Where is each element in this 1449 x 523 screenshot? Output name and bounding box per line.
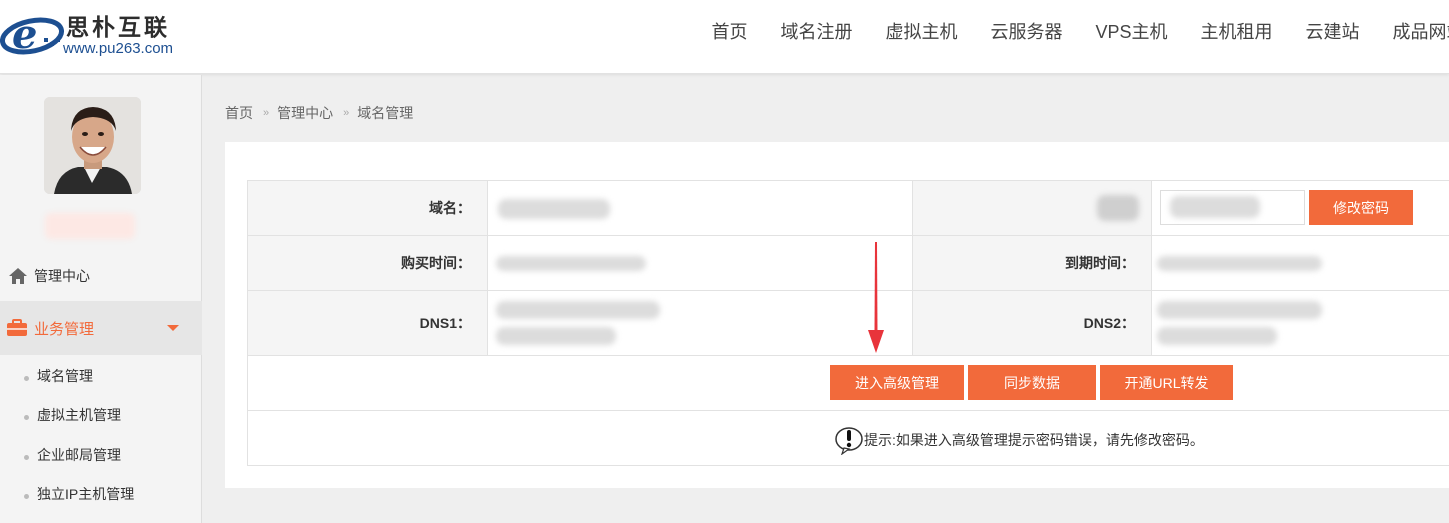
nav-virtual-host[interactable]: 虚拟主机: [869, 0, 974, 64]
sidebar-item-virtual-host-management[interactable]: 虚拟主机管理: [0, 400, 202, 430]
purchase-time-value: [487, 236, 912, 290]
sidebar-item-mail-management[interactable]: 企业邮局管理: [0, 440, 202, 470]
logo-url: www.pu263.com: [63, 40, 174, 57]
nav-host-rental[interactable]: 主机租用: [1184, 0, 1289, 64]
menu-business-management-label: 业务管理: [34, 320, 95, 338]
purchase-time-label: 购买时间：: [248, 236, 487, 290]
site-logo[interactable]: e 思朴互联 www.pu263.com: [0, 4, 200, 64]
bullet-icon: [24, 414, 29, 420]
bullet-icon: [24, 493, 29, 499]
sidebar-item-label: 企业邮局管理: [37, 447, 121, 463]
nav-domain-register[interactable]: 域名注册: [764, 0, 869, 64]
menu-management-center[interactable]: 管理中心: [0, 261, 202, 291]
annotation-arrow-icon: [868, 242, 884, 353]
redacted-password-label: [1097, 195, 1139, 221]
sidebar: 管理中心 业务管理 域名管理 虚拟主机管理 企业邮局管理 独立IP主机管理: [0, 75, 202, 523]
redacted-purchase-time: [496, 256, 646, 271]
expire-time-label: 到期时间：: [912, 236, 1151, 290]
advanced-management-button[interactable]: 进入高级管理: [830, 365, 964, 400]
table-row-dns: DNS1： DNS2：: [248, 291, 1449, 356]
dns2-label: DNS2：: [912, 291, 1151, 355]
briefcase-icon: [7, 319, 27, 336]
avatar-photo: [44, 97, 141, 194]
url-forward-button[interactable]: 开通URL转发: [1100, 365, 1233, 400]
bullet-icon: [24, 454, 29, 460]
domain-label: 域名：: [248, 181, 487, 235]
dns1-value: [487, 291, 912, 355]
breadcrumb-management-center[interactable]: 管理中心: [277, 103, 333, 123]
logo-e-icon: e: [0, 11, 65, 58]
breadcrumb: 首页 » 管理中心 » 域名管理: [225, 103, 413, 123]
site-header: e 思朴互联 www.pu263.com 首页 域名注册 虚拟主机 云服务器 V…: [0, 0, 1449, 74]
breadcrumb-domain-management: 域名管理: [357, 105, 414, 121]
breadcrumb-separator-icon: »: [263, 107, 270, 119]
redacted-dns2-line: [1157, 301, 1322, 319]
redacted-dns2-line: [1157, 327, 1277, 345]
sidebar-item-domain-management[interactable]: 域名管理: [0, 361, 202, 391]
logo-company-name: 思朴互联: [66, 14, 170, 41]
sidebar-item-dedicated-ip-management[interactable]: 独立IP主机管理: [0, 479, 202, 509]
svg-text:e: e: [12, 11, 37, 58]
change-password-button[interactable]: 修改密码: [1309, 190, 1413, 225]
hint-text: 提示:如果进入高级管理提示密码错误，请先修改密码。: [864, 432, 1204, 448]
redacted-dns1-line: [496, 327, 616, 345]
home-icon: [9, 268, 27, 284]
nav-cloud-server[interactable]: 云服务器: [974, 0, 1079, 64]
sidebar-item-label: 虚拟主机管理: [37, 407, 121, 423]
nav-home[interactable]: 首页: [695, 0, 764, 64]
caret-down-icon[interactable]: [167, 325, 179, 331]
avatar[interactable]: [44, 97, 141, 194]
breadcrumb-home[interactable]: 首页: [225, 103, 253, 123]
nav-ready-site[interactable]: 成品网站: [1376, 0, 1449, 64]
username-redacted: [45, 213, 135, 239]
menu-business-management[interactable]: 业务管理: [0, 301, 202, 355]
sidebar-item-label: 独立IP主机管理: [37, 486, 135, 502]
domain-value: [487, 181, 912, 235]
dns1-label: DNS1：: [248, 291, 487, 355]
expire-time-value: [1151, 236, 1449, 290]
redacted-dns1-line: [496, 301, 660, 319]
sidebar-item-label: 域名管理: [37, 368, 93, 384]
redacted-password-value: [1170, 196, 1260, 218]
nav-cloud-site[interactable]: 云建站: [1289, 0, 1376, 64]
breadcrumb-separator-icon: »: [343, 107, 350, 119]
main-nav: 首页 域名注册 虚拟主机 云服务器 VPS主机 主机租用 云建站 成品网站: [695, 0, 1449, 64]
menu-management-center-label: 管理中心: [34, 268, 90, 284]
sync-data-button[interactable]: 同步数据: [968, 365, 1096, 400]
bullet-icon: [24, 375, 29, 381]
dns2-value: [1151, 291, 1449, 355]
nav-vps-host[interactable]: VPS主机: [1079, 0, 1184, 64]
warning-bubble-icon: [835, 427, 863, 455]
redacted-expire-time: [1157, 256, 1322, 271]
redacted-domain: [498, 199, 610, 219]
table-row-dates: 购买时间： 到期时间：: [248, 236, 1449, 291]
password-label-redacted: [912, 181, 1151, 235]
hint-message: 提示:如果进入高级管理提示密码错误，请先修改密码。: [834, 425, 1204, 455]
